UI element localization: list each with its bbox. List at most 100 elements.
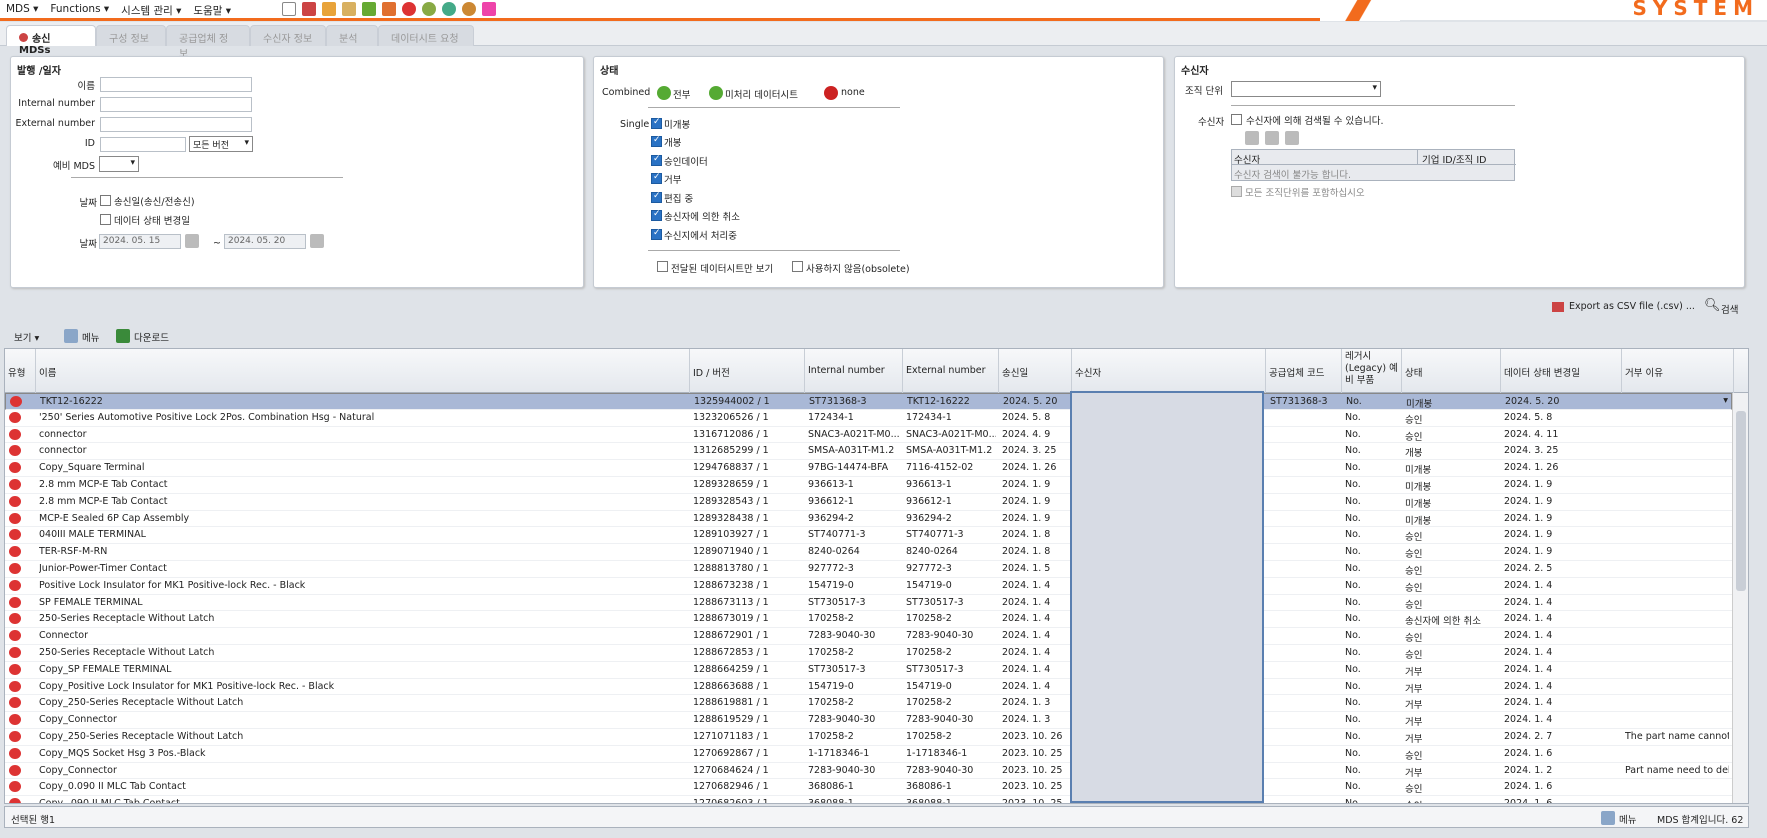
spare-mds-select[interactable] <box>99 156 139 172</box>
tab-supplier[interactable]: 공급업체 정보 <box>166 25 250 60</box>
new-document-icon[interactable] <box>282 2 296 16</box>
table-row[interactable]: Copy_.090 II MLC Tab Contact 1270682603 /… <box>5 796 1732 803</box>
status-checkbox[interactable] <box>651 191 662 203</box>
name-input[interactable] <box>100 77 252 92</box>
edit-icon[interactable] <box>322 2 336 16</box>
status-checkbox[interactable] <box>651 154 662 166</box>
excel-icon[interactable] <box>116 329 130 343</box>
vertical-scrollbar[interactable] <box>1732 393 1748 803</box>
col-name[interactable]: 이름 <box>36 349 690 393</box>
table-row[interactable]: Copy_250-Series Receptacle Without Latch… <box>5 729 1732 746</box>
table-row[interactable]: Copy_250-Series Receptacle Without Latch… <box>5 695 1732 713</box>
table-row[interactable]: Junior-Power-Timer Contact 1288813780 / 1… <box>5 561 1732 578</box>
unprocessed-link[interactable]: 미처리 데이터시트 <box>725 87 798 101</box>
tab-recipient[interactable]: 수신자 정보 <box>250 25 326 46</box>
copy-icon[interactable] <box>342 2 356 16</box>
save-icon[interactable] <box>1285 131 1299 145</box>
table-row[interactable]: TKT12-16222 1325944002 / 1 ST731368-3 TKT12… <box>5 393 1732 410</box>
menu-icon[interactable] <box>64 329 78 343</box>
col-status-change-date[interactable]: 데이터 상태 변경일 <box>1501 349 1622 393</box>
version-select[interactable]: 모든 버전 <box>189 136 253 152</box>
table-row[interactable]: Copy_Connector 1288619529 / 1 7283-9040-30… <box>5 712 1732 729</box>
calendar-icon[interactable] <box>310 234 324 248</box>
download-button[interactable]: 다운로드 <box>134 330 169 344</box>
table-row[interactable]: connector 1312685299 / 1 SMSA-A031T-M1.2 SM… <box>5 443 1732 461</box>
table-row[interactable]: MCP-E Sealed 6P Cap Assembly 1289328438 /… <box>5 511 1732 528</box>
all-icon[interactable] <box>657 86 671 100</box>
menu-icon[interactable] <box>1601 811 1615 825</box>
searchable-checkbox[interactable] <box>1231 114 1242 125</box>
col-type[interactable]: 유형 <box>5 349 36 393</box>
table-row[interactable]: Copy_Positive Lock Insulator for MK1 Pos… <box>5 679 1732 696</box>
date-from-input[interactable]: 2024. 05. 15 <box>99 234 181 249</box>
col-reject-reason[interactable]: 거부 이유 <box>1622 349 1734 393</box>
refresh-icon[interactable] <box>442 2 456 16</box>
col-sent-date[interactable]: 송신일 <box>999 349 1072 393</box>
status-menu-button[interactable]: 메뉴 <box>1619 812 1636 826</box>
col-recipient[interactable]: 수신자 <box>1072 349 1266 393</box>
menu-button[interactable]: 메뉴 <box>82 330 99 344</box>
none-link[interactable]: none <box>841 87 865 98</box>
sent-date-checkbox[interactable] <box>100 195 111 206</box>
table-row[interactable]: Copy_SP FEMALE TERMINAL 1288664259 / 1 ST7… <box>5 662 1732 679</box>
search-icon[interactable]: 🔍︎ <box>1704 298 1721 313</box>
table-row[interactable]: SP FEMALE TERMINAL 1288673113 / 1 ST730517… <box>5 595 1732 612</box>
home-icon[interactable] <box>1245 131 1259 145</box>
col-internal-number[interactable]: Internal number <box>805 349 903 393</box>
csv-icon[interactable] <box>1552 302 1564 312</box>
export-csv-link[interactable]: Export as CSV file (.csv) ... <box>1569 301 1695 312</box>
table-row[interactable]: 250-Series Receptacle Without Latch 12886… <box>5 611 1732 629</box>
col-external-number[interactable]: External number <box>903 349 999 393</box>
export-icon[interactable] <box>382 2 396 16</box>
scroll-thumb[interactable] <box>1736 411 1746 591</box>
include-all-checkbox[interactable] <box>1231 186 1242 197</box>
unprocessed-icon[interactable] <box>709 86 723 100</box>
stop-icon[interactable] <box>402 2 416 16</box>
internal-number-input[interactable] <box>100 97 252 112</box>
status-checkbox[interactable] <box>651 228 662 240</box>
analysis-icon[interactable] <box>462 2 476 16</box>
col-id-version[interactable]: ID / 버전 <box>690 349 805 393</box>
table-row[interactable]: Copy_0.090 II MLC Tab Contact 1270682946 … <box>5 779 1732 797</box>
all-link[interactable]: 전부 <box>673 87 690 101</box>
table-row[interactable]: TER-RSF-M-RN 1289071940 / 1 8240-0264 8240-… <box>5 544 1732 561</box>
date-to-input[interactable]: 2024. 05. 20 <box>224 234 306 249</box>
tab-config[interactable]: 구성 정보 <box>96 25 166 46</box>
menu-system-admin[interactable]: 시스템 관리 ▾ <box>121 3 181 18</box>
menu-help[interactable]: 도움말 ▾ <box>193 3 231 18</box>
table-row[interactable]: Copy_MQS Socket Hsg 3 Pos.-Black 12706928… <box>5 746 1732 763</box>
table-row[interactable]: 2.8 mm MCP-E Tab Contact 1289328543 / 1 93… <box>5 494 1732 511</box>
table-row[interactable]: Copy_Square Terminal 1294768837 / 1 97BG-1… <box>5 460 1732 477</box>
status-checkbox[interactable] <box>651 117 662 129</box>
search-button[interactable]: 검색 <box>1721 302 1738 316</box>
check-icon[interactable] <box>422 2 436 16</box>
none-icon[interactable] <box>824 86 838 100</box>
obsolete-checkbox[interactable] <box>792 261 803 272</box>
status-date-checkbox[interactable] <box>100 214 111 225</box>
import-icon[interactable] <box>362 2 376 16</box>
tab-sent-mds[interactable]: 송신 MDSs <box>6 25 96 56</box>
save-icon[interactable] <box>302 2 316 16</box>
calendar-icon[interactable] <box>185 234 199 248</box>
table-row[interactable]: Connector 1288672901 / 1 7283-9040-30 7283-… <box>5 628 1732 645</box>
table-row[interactable]: 2.8 mm MCP-E Tab Contact 1289328659 / 1 93… <box>5 477 1732 494</box>
status-checkbox[interactable] <box>651 172 662 184</box>
menu-mds[interactable]: MDS ▾ <box>6 3 38 18</box>
col-status[interactable]: 상태 <box>1402 349 1501 393</box>
flask-icon[interactable] <box>482 2 496 16</box>
tab-analysis[interactable]: 분석 <box>326 25 378 46</box>
id-input[interactable] <box>100 137 186 152</box>
table-row[interactable]: Copy_Connector 1270684624 / 1 7283-9040-30… <box>5 763 1732 780</box>
org-unit-select[interactable] <box>1231 81 1381 97</box>
status-checkbox[interactable] <box>651 135 662 147</box>
table-row[interactable]: connector 1316712086 / 1 SNAC3-A021T-M0...… <box>5 427 1732 444</box>
tab-datasheet-request[interactable]: 데이터시트 요청 <box>378 25 474 46</box>
col-supplier-code[interactable]: 공급업체 코드 <box>1266 349 1342 393</box>
folder-icon[interactable] <box>1265 131 1279 145</box>
forwarded-only-checkbox[interactable] <box>657 261 668 272</box>
col-legacy-spare[interactable]: 레거시 (Legacy) 예비 부품 <box>1342 349 1402 393</box>
table-row[interactable]: 040III MALE TERMINAL 1289103927 / 1 ST7407… <box>5 527 1732 545</box>
status-checkbox[interactable] <box>651 209 662 221</box>
external-number-input[interactable] <box>100 117 252 132</box>
table-row[interactable]: 250-Series Receptacle Without Latch 12886… <box>5 645 1732 662</box>
